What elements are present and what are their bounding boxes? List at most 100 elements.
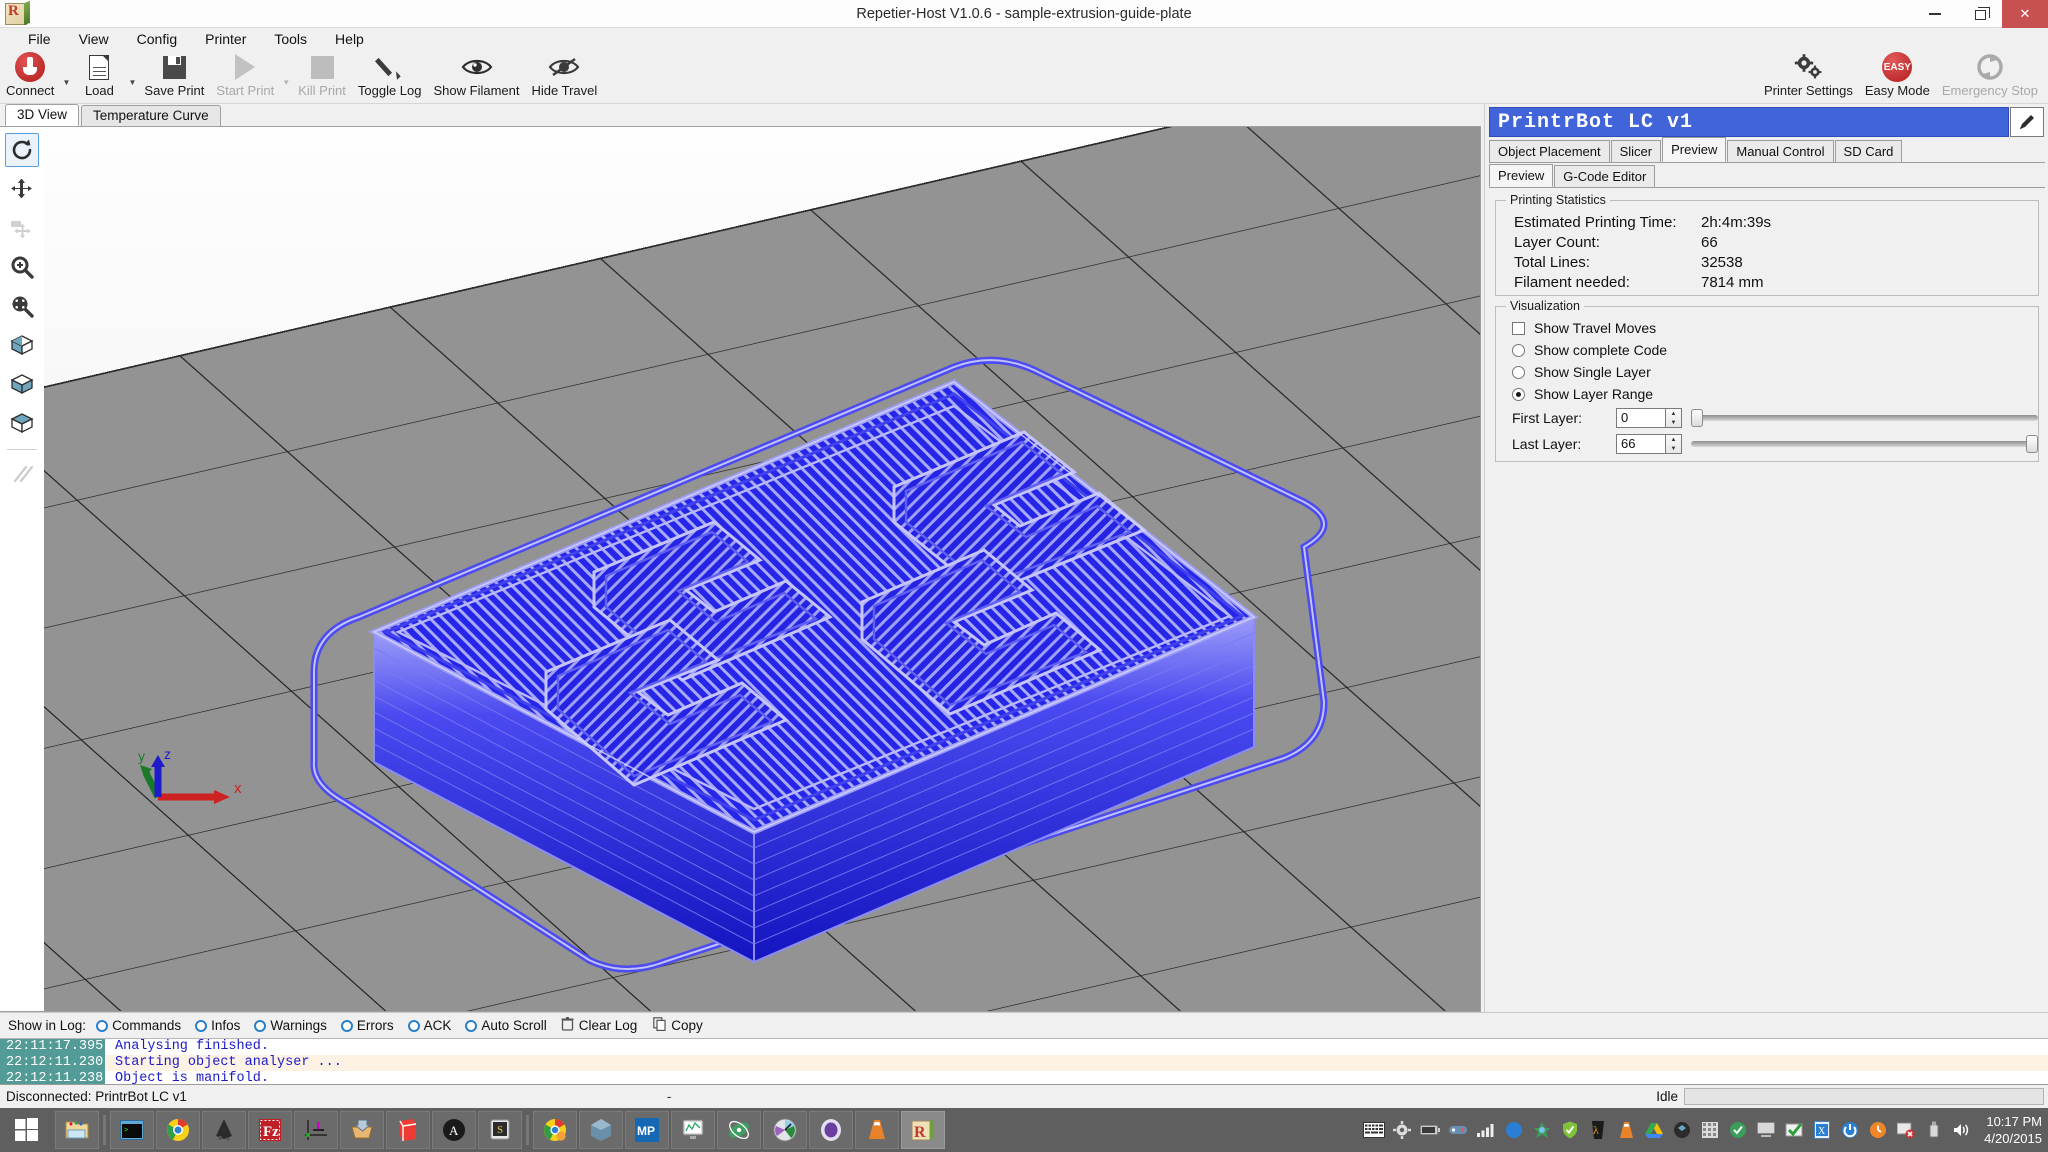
log-filter-errors[interactable]: Errors [341, 1018, 394, 1033]
virtualbox-icon[interactable] [579, 1111, 623, 1149]
copy-button[interactable]: Copy [653, 1017, 703, 1034]
last-layer-stepper[interactable]: ▲▼ [1666, 434, 1682, 454]
parallel-lines-icon[interactable] [5, 457, 39, 491]
folder-extract-icon[interactable] [340, 1111, 384, 1149]
cube-diagonal-icon[interactable] [5, 328, 39, 362]
tab-3d-view[interactable]: 3D View [5, 104, 79, 126]
move-object-icon[interactable] [5, 211, 39, 245]
connect-dropdown-icon[interactable]: ▼ [60, 78, 72, 87]
magnifier-plus-icon[interactable] [5, 250, 39, 284]
first-layer-slider[interactable] [1691, 408, 2038, 428]
vlc-tray-icon[interactable] [1615, 1119, 1637, 1141]
connect-button[interactable]: Connect [0, 50, 60, 98]
dropbox-icon[interactable] [1671, 1119, 1693, 1141]
restore-icon[interactable] [1957, 0, 2002, 28]
printer-settings-button[interactable]: Printer Settings [1758, 50, 1859, 98]
vlc-icon[interactable] [855, 1111, 899, 1149]
tab-preview[interactable]: Preview [1662, 137, 1726, 162]
log-filter-auto-scroll[interactable]: Auto Scroll [465, 1018, 546, 1033]
sketchup-icon[interactable] [386, 1111, 430, 1149]
3d-viewport[interactable]: x y z [44, 127, 1480, 1011]
power-icon[interactable] [1839, 1119, 1861, 1141]
shield-check-icon[interactable] [1559, 1119, 1581, 1141]
last-layer-slider[interactable] [1691, 434, 2038, 454]
clear-log-button[interactable]: Clear Log [561, 1017, 638, 1034]
game-controller-icon[interactable] [1447, 1119, 1469, 1141]
chrome-canary-icon[interactable] [533, 1111, 577, 1149]
cad-tool-icon[interactable] [294, 1111, 338, 1149]
log-filter-ack[interactable]: ACK [408, 1018, 452, 1033]
menu-item-view[interactable]: View [65, 29, 123, 49]
menu-item-help[interactable]: Help [321, 29, 378, 49]
windows-start-icon[interactable] [0, 1108, 54, 1152]
start-print-button[interactable]: Start Print [210, 50, 280, 98]
file-explorer-icon[interactable] [55, 1111, 99, 1149]
firewall-icon[interactable] [1531, 1119, 1553, 1141]
menu-item-config[interactable]: Config [123, 29, 191, 49]
show-travel-moves-checkbox[interactable]: Show Travel Moves [1496, 317, 2038, 339]
subtab-preview[interactable]: Preview [1489, 164, 1553, 187]
show-single-layer-radio[interactable]: Show Single Layer [1496, 361, 2038, 383]
slider-thumb[interactable] [1691, 409, 1703, 427]
autocad-icon[interactable]: A [432, 1111, 476, 1149]
volume-icon[interactable] [1951, 1119, 1973, 1141]
log-output[interactable]: 22:11:17.395 Analysing finished. 22:12:1… [0, 1038, 2048, 1084]
start-print-dropdown-icon[interactable]: ▼ [280, 78, 292, 87]
cube-front-icon[interactable] [5, 367, 39, 401]
log-filter-warnings[interactable]: Warnings [254, 1018, 327, 1033]
log-filter-commands[interactable]: Commands [96, 1018, 181, 1033]
excel-icon[interactable]: X [1811, 1119, 1833, 1141]
terminal-icon[interactable]: > [110, 1111, 154, 1149]
first-layer-input[interactable]: 0 [1616, 408, 1666, 428]
monitor-graph-icon[interactable] [671, 1111, 715, 1149]
repetier-host-icon[interactable]: R [901, 1111, 945, 1149]
slider-thumb[interactable] [2026, 435, 2038, 453]
kill-print-button[interactable]: Kill Print [292, 50, 352, 98]
grid-icon[interactable] [1699, 1119, 1721, 1141]
pencil-edit-icon[interactable] [2010, 107, 2044, 137]
cmder-icon[interactable]: λ [1587, 1119, 1609, 1141]
taskbar-clock[interactable]: 10:17 PM 4/20/2015 [1984, 1113, 2042, 1147]
close-icon[interactable]: ✕ [2002, 0, 2048, 28]
display-icon[interactable] [1755, 1119, 1777, 1141]
first-layer-stepper[interactable]: ▲▼ [1666, 408, 1682, 428]
clock-orange-icon[interactable] [1867, 1119, 1889, 1141]
inkscape-icon[interactable] [202, 1111, 246, 1149]
battery-icon[interactable] [1419, 1119, 1441, 1141]
log-filter-infos[interactable]: Infos [195, 1018, 240, 1033]
menu-item-file[interactable]: File [14, 29, 65, 49]
signal-bars-icon[interactable] [1475, 1119, 1497, 1141]
settings-gear-icon[interactable] [1391, 1119, 1413, 1141]
atom-icon[interactable] [717, 1111, 761, 1149]
show-layer-range-radio[interactable]: Show Layer Range [1496, 383, 2038, 405]
menu-item-printer[interactable]: Printer [191, 29, 260, 49]
sublime-text-icon[interactable]: S [478, 1111, 522, 1149]
rotate-tool[interactable] [5, 133, 39, 167]
save-print-button[interactable]: Save Print [138, 50, 210, 98]
antivirus-alert-icon[interactable] [1895, 1119, 1917, 1141]
filezilla-icon[interactable]: Fz [248, 1111, 292, 1149]
cube-top-icon[interactable] [5, 406, 39, 440]
tab-temperature-curve[interactable]: Temperature Curve [81, 105, 221, 126]
load-dropdown-icon[interactable]: ▼ [126, 78, 138, 87]
check-green-icon[interactable] [1783, 1119, 1805, 1141]
tab-object-placement[interactable]: Object Placement [1489, 140, 1610, 162]
show-complete-code-radio[interactable]: Show complete Code [1496, 339, 2038, 361]
compass-icon[interactable] [1503, 1119, 1525, 1141]
github-icon[interactable] [809, 1111, 853, 1149]
toggle-log-button[interactable]: Toggle Log [352, 50, 428, 98]
tab-manual-control[interactable]: Manual Control [1727, 140, 1833, 162]
load-button[interactable]: Load [72, 50, 126, 98]
show-filament-button[interactable]: Show Filament [428, 50, 526, 98]
emergency-stop-button[interactable]: Emergency Stop [1936, 50, 2044, 98]
mp-icon[interactable]: MP [625, 1111, 669, 1149]
tab-slicer[interactable]: Slicer [1611, 140, 1662, 162]
google-drive-icon[interactable] [1643, 1119, 1665, 1141]
tab-sd-card[interactable]: SD Card [1835, 140, 1903, 162]
keyboard-icon[interactable] [1363, 1119, 1385, 1141]
sync-check-icon[interactable] [1727, 1119, 1749, 1141]
hide-travel-button[interactable]: Hide Travel [526, 50, 604, 98]
last-layer-input[interactable]: 66 [1616, 434, 1666, 454]
usb-icon[interactable] [1923, 1119, 1945, 1141]
subtab-gcode-editor[interactable]: G-Code Editor [1554, 165, 1655, 187]
